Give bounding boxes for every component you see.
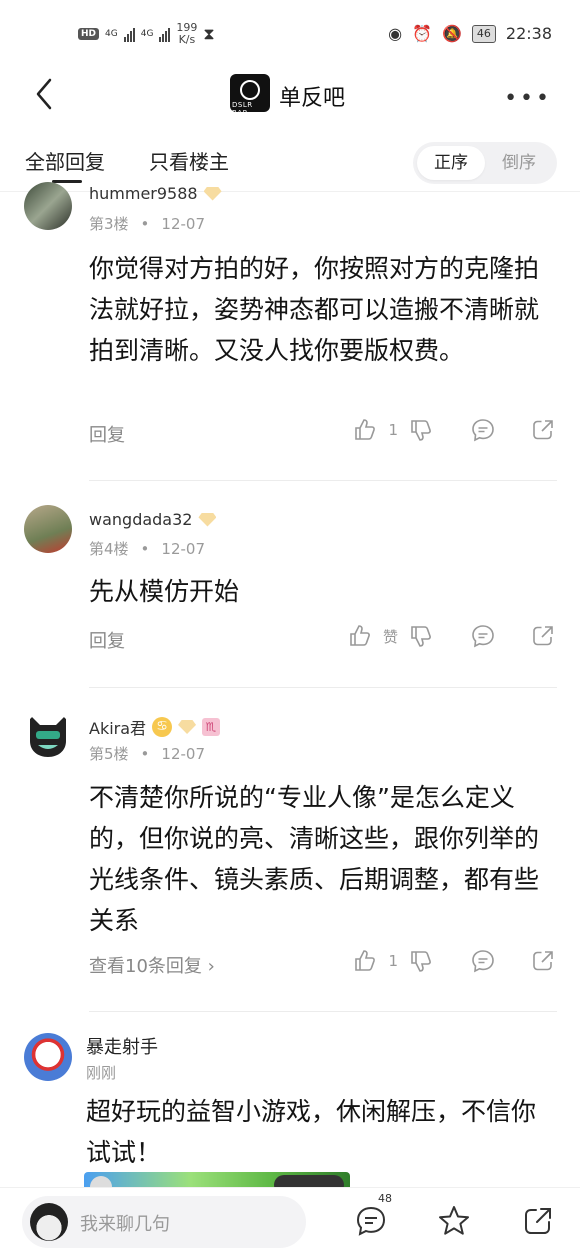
sim1-label: 4G [105, 29, 118, 39]
status-bar: HD 4G 4G 199 K/s ⧗ ◉ ⏰ 🔕 46 22:38 [0, 0, 580, 70]
thumbs-up-icon[interactable] [352, 417, 378, 443]
divider [89, 1011, 557, 1012]
post-date: 12-07 [161, 540, 205, 558]
floor-number: 第4楼 [89, 540, 129, 558]
username[interactable]: wangdada32 [89, 510, 217, 529]
eye-icon: ◉ [388, 24, 403, 43]
more-icon[interactable]: ••• [504, 86, 552, 111]
reply-button[interactable]: 回复 [89, 421, 125, 447]
comments-icon[interactable] [354, 1204, 388, 1238]
avatar[interactable] [24, 711, 72, 759]
post-content: 你觉得对方拍的好，你按照对方的克隆拍法就好拉，姿势神态都可以造搬不清晰就拍到清晰… [89, 254, 540, 365]
cat-avatar-icon [30, 715, 66, 757]
share-icon[interactable] [521, 1204, 555, 1238]
logo-text: DSLR BAR [232, 101, 253, 117]
level-badge-icon [178, 720, 197, 734]
reply-tabs: 全部回复 只看楼主 正序 倒序 [0, 130, 580, 192]
username[interactable]: Akira君 ♋ ♏ [89, 715, 221, 739]
tab-all-replies[interactable]: 全部回复 [25, 146, 105, 175]
share-icon[interactable] [530, 948, 556, 974]
comment-count: 48 [378, 1192, 392, 1205]
post-actions: 回复 赞 [0, 623, 580, 655]
back-button[interactable] [28, 74, 64, 114]
star-icon[interactable] [437, 1204, 471, 1238]
divider [89, 480, 557, 481]
signal-icon-2 [159, 26, 171, 42]
floor-number: 第5楼 [89, 745, 129, 763]
divider [89, 687, 557, 688]
post-date: 12-07 [161, 745, 205, 763]
status-right: ◉ ⏰ 🔕 46 22:38 [388, 24, 552, 43]
avatar[interactable] [24, 505, 72, 553]
forum-logo[interactable]: DSLR BAR [230, 74, 270, 117]
diamond-badge-icon [203, 186, 222, 201]
alarm-icon: ⏰ [412, 24, 432, 43]
comment-icon[interactable] [470, 948, 496, 974]
thumbs-down-icon[interactable] [408, 417, 434, 443]
comment-icon[interactable] [470, 623, 496, 649]
avatar[interactable] [24, 1033, 72, 1081]
forum-title[interactable]: 单反吧 [279, 80, 345, 112]
post-actions: 回复 1 [0, 417, 580, 449]
action-icons: 1 [352, 417, 556, 443]
tab-owner-only[interactable]: 只看楼主 [149, 146, 229, 175]
action-icons: 1 [352, 948, 556, 974]
status-left: HD 4G 4G 199 K/s ⧗ [78, 22, 215, 46]
username[interactable]: 暴走射手 [86, 1033, 158, 1059]
order-toggle: 正序 倒序 [413, 142, 557, 184]
post-content: 超好玩的益智小游戏，休闲解压，不信你试试！ [86, 1097, 537, 1167]
signal-icon [123, 26, 135, 42]
thumbs-up-icon[interactable] [352, 948, 378, 974]
my-avatar [30, 1203, 68, 1241]
post-date: 12-07 [161, 215, 205, 233]
avatar[interactable] [24, 182, 72, 230]
thumbs-down-icon[interactable] [408, 948, 434, 974]
top-header: DSLR BAR 单反吧 ••• [0, 62, 580, 126]
thumbs-up-icon[interactable] [347, 623, 373, 649]
clock-time: 22:38 [505, 24, 552, 43]
thumbs-down-icon[interactable] [408, 623, 434, 649]
sim2-label: 4G [140, 29, 154, 39]
post-content: 不清楚你所说的“专业人像”是怎么定义的，但你说的亮、清晰这些，跟你列举的光线条件… [89, 783, 540, 935]
mute-bell-icon: 🔕 [441, 24, 462, 43]
floor-number: 第3楼 [89, 215, 129, 233]
comment-placeholder: 我来聊几句 [80, 1214, 170, 1235]
view-replies-button[interactable]: 查看10条回复 › [89, 952, 215, 978]
camera-lens-icon [240, 80, 260, 100]
post-time: 刚刚 [86, 1064, 117, 1082]
action-icons: 赞 [347, 623, 556, 649]
bottom-bar: 我来聊几句 48 [0, 1187, 580, 1257]
post-meta: 第5楼 • 12-07 [89, 745, 205, 763]
order-desc-button[interactable]: 倒序 [485, 146, 553, 180]
share-icon[interactable] [530, 623, 556, 649]
battery-indicator: 46 [471, 24, 496, 43]
post-meta: 第4楼 • 12-07 [89, 540, 205, 558]
level-badge-icon [198, 512, 217, 527]
like-count: 1 [388, 952, 398, 970]
scorpio-zodiac-icon: ♏ [202, 718, 221, 736]
post-actions: 查看10条回复 › 1 [0, 948, 580, 980]
reply-button[interactable]: 回复 [89, 627, 125, 653]
order-asc-button[interactable]: 正序 [417, 146, 485, 180]
chevron-left-icon [36, 78, 52, 110]
post-meta: 第3楼 • 12-07 [89, 215, 205, 233]
active-tab-indicator [52, 180, 82, 183]
share-icon[interactable] [530, 417, 556, 443]
like-count: 1 [388, 421, 398, 439]
comment-icon[interactable] [470, 417, 496, 443]
cancer-zodiac-icon: ♋ [152, 717, 173, 737]
hourglass-icon: ⧗ [203, 24, 215, 43]
comment-input[interactable]: 我来聊几句 [22, 1196, 306, 1248]
like-label: 赞 [382, 627, 398, 646]
username[interactable]: hummer9588 [89, 184, 222, 203]
hd-indicator: HD [78, 28, 100, 40]
post-content: 先从模仿开始 [89, 577, 240, 606]
network-speed: 199 K/s [176, 21, 198, 46]
